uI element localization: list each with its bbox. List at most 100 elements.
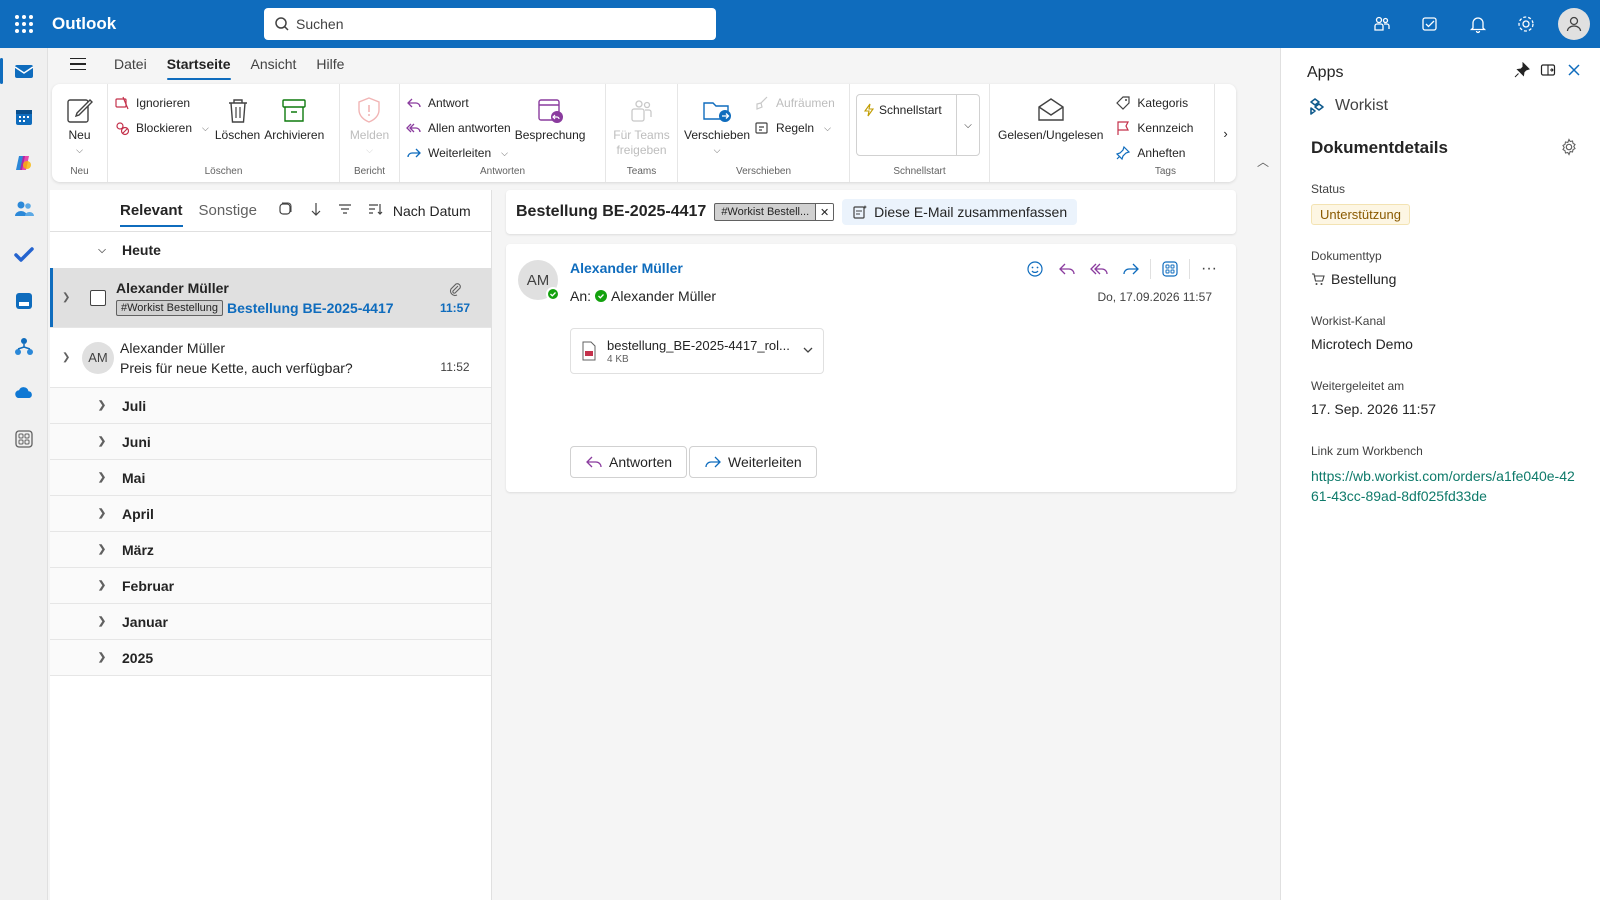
forward-icon[interactable] [1118,256,1144,282]
bell-icon[interactable] [1456,4,1500,44]
app-name[interactable]: Outlook [52,14,264,34]
todo-app-icon[interactable] [0,232,48,278]
list-item[interactable]: ❯ AM Alexander Müller Preis für neue Ket… [50,328,491,388]
chevron-down-icon[interactable]: ⌵ [202,123,209,134]
pin-button[interactable]: Anheften [1115,142,1193,164]
tab-startseite[interactable]: Startseite [157,52,241,80]
chevron-down-icon[interactable]: ⌵ [824,123,831,134]
group-2025[interactable]: ❯ 2025 [50,640,491,676]
reply-button[interactable]: Antwort [406,92,511,114]
recipient-name[interactable]: Alexander Müller [611,288,716,304]
tab-other[interactable]: Sonstige [199,198,257,223]
app-launcher-icon[interactable] [0,0,48,48]
mail-app-icon[interactable] [0,48,48,94]
to-label: An: [570,288,592,304]
tab-ansicht[interactable]: Ansicht [241,52,307,76]
summary-icon [853,205,868,219]
emoji-icon[interactable] [1022,256,1048,282]
flag-button[interactable]: Kennzeich [1115,117,1193,139]
chevron-down-icon[interactable]: ⌵ [76,143,83,158]
ribbon-group-schnellstart: Schnellstart ⌵ Schnellstart [850,84,990,182]
chevron-down-icon[interactable]: ⌵ [366,143,373,158]
group-juni[interactable]: ❯ Juni [50,424,491,460]
forward-button[interactable]: Weiterleiten [689,446,817,478]
onedrive-app-icon[interactable] [0,370,48,416]
close-icon[interactable]: ✕ [815,204,834,220]
ignore-icon [115,96,129,110]
close-icon[interactable] [1566,62,1582,81]
to-line: An: Alexander Müller [570,288,716,304]
message-actions: ··· [1022,256,1222,282]
cleanup-button[interactable]: Aufräumen [754,92,835,114]
group-januar[interactable]: ❯ Januar [50,604,491,640]
tab-hilfe[interactable]: Hilfe [306,52,354,76]
more-options-icon[interactable]: ··· [1196,256,1222,282]
jump-to-icon[interactable] [307,201,323,220]
group-mai[interactable]: ❯ Mai [50,460,491,496]
block-button[interactable]: Blockieren ⌵ [114,117,209,139]
chevron-down-icon[interactable] [801,343,815,360]
chevron-right-icon[interactable]: ❯ [50,352,76,363]
ignore-button[interactable]: Ignorieren [114,92,209,114]
teams-icon[interactable] [1360,4,1404,44]
forward-button[interactable]: Weiterleiten ⌵ [406,142,511,164]
chevron-down-icon[interactable]: ⌵ [501,148,508,159]
org-app-icon[interactable] [0,324,48,370]
reply-icon[interactable] [1054,256,1080,282]
group-juli[interactable]: ❯ Juli [50,388,491,424]
more-apps-icon[interactable] [0,416,48,462]
pin-icon[interactable] [1514,61,1530,81]
chevron-down-icon[interactable]: ⌵ [714,143,721,158]
category-tag-label: #Workist Bestell... [721,206,810,218]
chevron-right-icon[interactable]: ❯ [50,292,76,303]
people-app-icon[interactable] [0,186,48,232]
sort-icon[interactable] [367,201,383,220]
select-mode-icon[interactable] [277,201,293,220]
ribbon-group-tags: Gelesen/Ungelesen Kategoris Kennzeich An… [990,84,1193,182]
apps-icon[interactable] [1157,256,1183,282]
rules-button[interactable]: Regeln ⌵ [754,117,835,139]
quickstep-button[interactable]: Schnellstart [857,95,957,155]
ribbon: Neu ⌵ Neu Ignorieren Blockieren ⌵ Lösche… [52,84,1236,182]
group-februar[interactable]: ❯ Februar [50,568,491,604]
group-april[interactable]: ❯ April [50,496,491,532]
select-checkbox[interactable] [90,289,106,306]
field-forwarded: Weitergeleitet am 17. Sep. 2026 11:57 [1311,379,1436,417]
list-item[interactable]: ❯ Alexander Müller #Workist Bestellung B… [50,268,491,328]
search-input[interactable]: Suchen [264,8,716,40]
top-bar: Outlook Suchen [0,0,1600,48]
reply-all-icon[interactable] [1086,256,1112,282]
reply-all-button[interactable]: Allen antworten [406,117,511,139]
copilot-app-icon[interactable] [0,140,48,186]
workbench-link[interactable]: https://wb.workist.com/orders/a1fe040e-4… [1311,466,1581,506]
gear-icon[interactable] [1504,4,1548,44]
quickstep-dropdown[interactable]: ⌵ [957,95,979,155]
gear-icon[interactable] [1560,138,1578,159]
group-today[interactable]: ⌵ Heute [50,232,491,268]
categorize-button[interactable]: Kategoris [1115,92,1193,114]
sort-by-label[interactable]: Nach Datum [393,203,471,219]
avatar[interactable]: AM [518,260,560,301]
todo-icon[interactable] [1408,4,1452,44]
group-label-tags: Tags [1154,166,1176,177]
document-details-title: Dokumentdetails [1311,138,1448,157]
attachment-card[interactable]: bestellung_BE-2025-4417_rol... 4 KB [570,328,824,374]
filter-icon[interactable] [337,201,353,220]
reading-pane: Bestellung BE-2025-4417 #Workist Bestell… [506,190,1236,492]
account-avatar[interactable] [1558,8,1590,40]
pop-out-icon[interactable] [1540,62,1556,81]
ribbon-collapse-button[interactable]: ︿ [1248,84,1278,182]
tab-focused[interactable]: Relevant [120,198,183,227]
hamburger-icon[interactable] [62,50,94,78]
pin-icon [1116,145,1131,161]
calendar-app-icon[interactable] [0,94,48,140]
sender-name[interactable]: Alexander Müller [570,260,683,276]
group-maerz[interactable]: ❯ März [50,532,491,568]
sender-name: Alexander Müller [120,339,226,356]
storage-app-icon[interactable] [0,278,48,324]
reply-button[interactable]: Antworten [570,446,688,478]
tab-datei[interactable]: Datei [104,52,157,76]
read-unread-button[interactable]: Gelesen/Ungelesen [998,88,1103,182]
summarize-button[interactable]: Diese E-Mail zusammenfassen [842,199,1078,225]
ribbon-scroll-right[interactable]: › [1214,84,1236,182]
